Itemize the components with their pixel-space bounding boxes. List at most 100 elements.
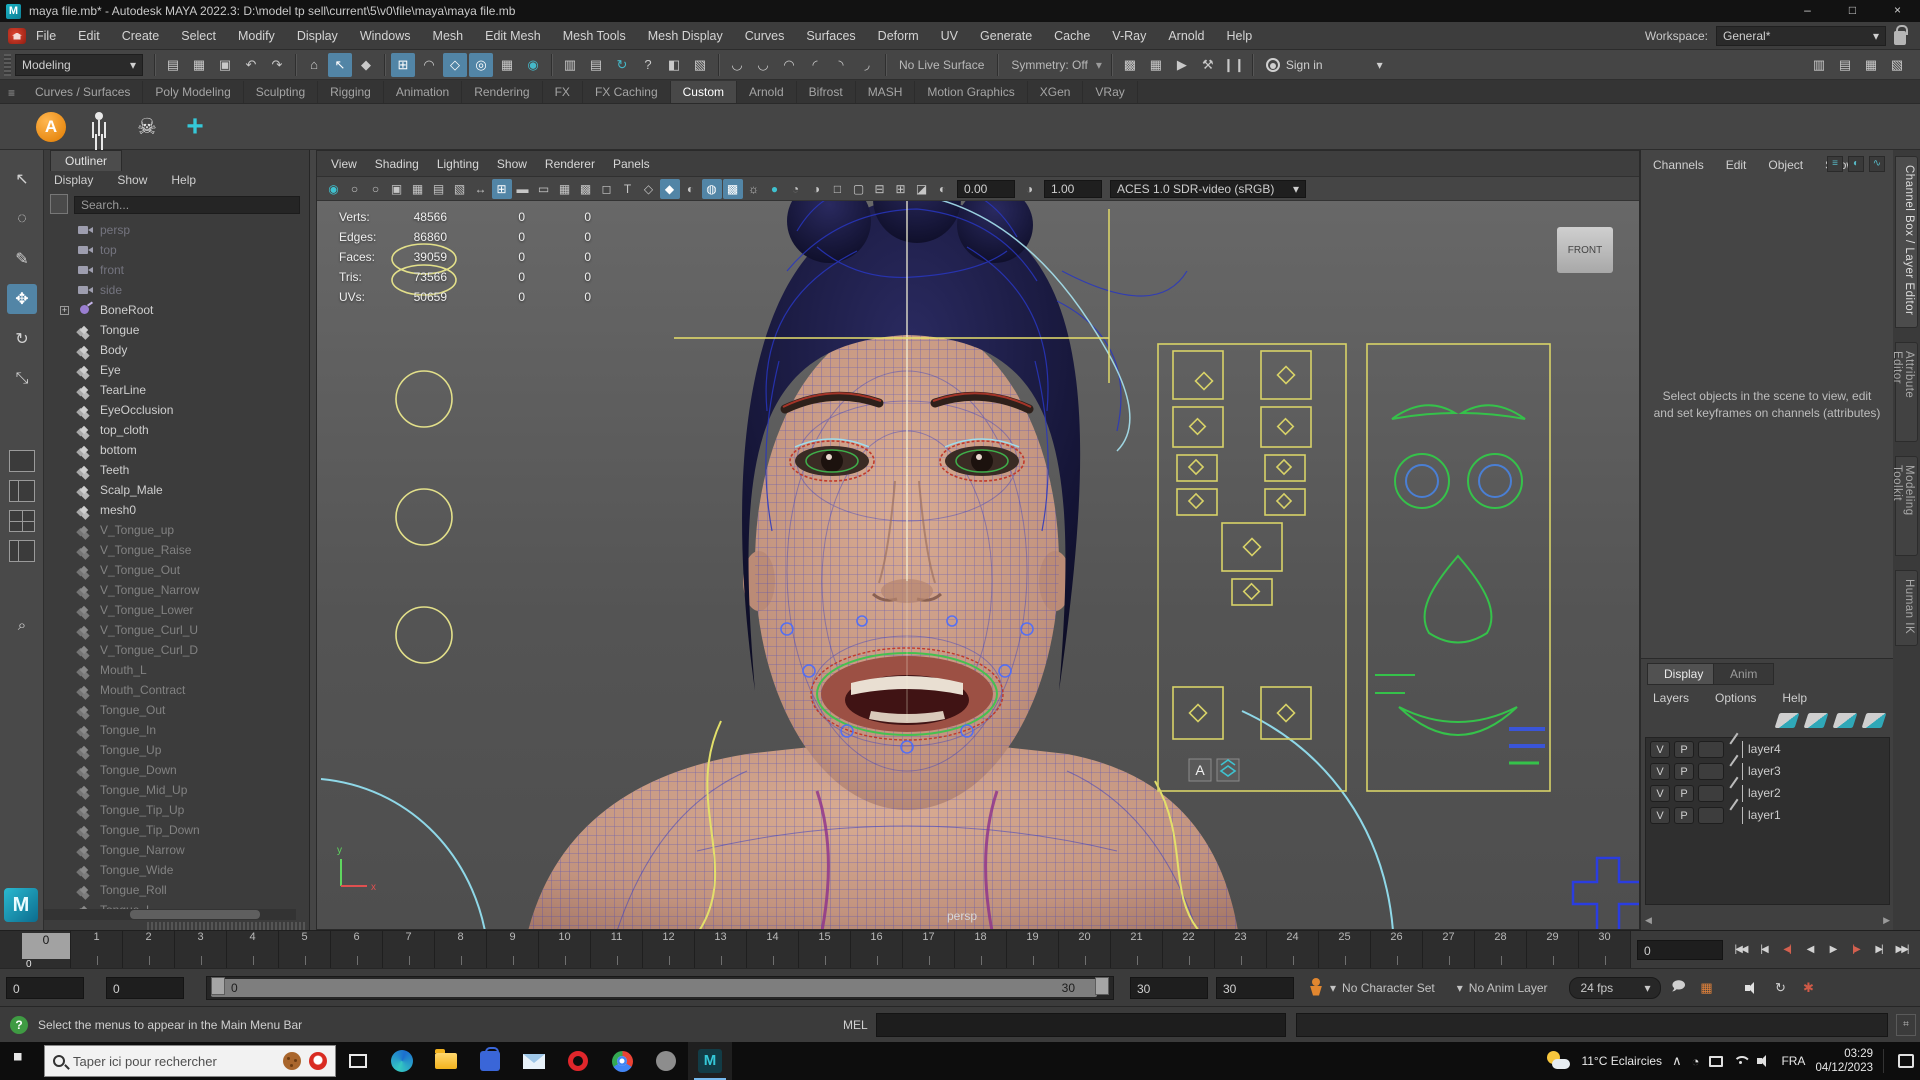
sign-in-button[interactable]: Sign in ▾ [1266, 58, 1383, 72]
store-icon[interactable] [468, 1042, 512, 1080]
exposure-field[interactable]: 0.00 [957, 180, 1015, 198]
layout-outliner-persp-button[interactable] [9, 540, 35, 562]
playback-speed-icon[interactable]: ↻ [1769, 977, 1791, 999]
playback-end-field[interactable]: 30 [1130, 977, 1208, 999]
pan-zoom-icon[interactable]: ↔ [471, 179, 491, 199]
frame-tick[interactable]: 7 [382, 931, 434, 969]
current-time-field[interactable]: 0 [1637, 940, 1723, 960]
channel-hyperbolic-icon[interactable]: ∿ [1869, 156, 1885, 172]
frame-tick[interactable]: 26 [1370, 931, 1422, 969]
safe-action-icon[interactable]: ◻ [597, 179, 617, 199]
outliner-hscrollbar[interactable] [44, 909, 296, 920]
falloff-curve-icon[interactable]: ◠ [777, 53, 801, 77]
frame-tick[interactable]: 21 [1110, 931, 1162, 969]
select-component-icon[interactable]: ◆ [354, 53, 378, 77]
outliner-item[interactable]: + bottom [44, 440, 296, 460]
file-open-icon[interactable]: ▦ [187, 53, 211, 77]
outliner-item[interactable]: + Tongue_Wide [44, 860, 296, 880]
menu-item[interactable]: Mesh [433, 29, 464, 43]
channel-box-menu-item[interactable]: Edit [1726, 158, 1747, 172]
volume-icon[interactable] [1757, 1055, 1771, 1067]
exposure-icon[interactable]: ◐ [933, 179, 953, 199]
outliner-item[interactable]: + Tongue_Tip_Down [44, 820, 296, 840]
film-gate-icon[interactable]: ▬ [513, 179, 533, 199]
layer-playback-toggle[interactable]: P [1674, 785, 1694, 802]
pause-icon[interactable]: ❙❙ [1222, 53, 1246, 77]
outliner-item[interactable]: + Body [44, 340, 296, 360]
snapshot-icon[interactable]: ◪ [912, 179, 932, 199]
symmetry-dropdown[interactable]: Symmetry: Off [1011, 58, 1087, 72]
auto-keyframe-icon[interactable]: ▦ [1695, 977, 1717, 999]
outliner-item[interactable]: + Tongue_Narrow [44, 840, 296, 860]
shelf-tab[interactable]: FX Caching [583, 81, 671, 103]
new-layer-from-selected-icon[interactable] [1862, 713, 1887, 728]
maya-home-icon[interactable] [8, 28, 26, 44]
shelf-tab[interactable]: Bifrost [797, 81, 856, 103]
layout-single-pane-button[interactable] [9, 450, 35, 472]
outliner-item[interactable]: + Tongue_Up [44, 740, 296, 760]
photos-icon[interactable] [644, 1042, 688, 1080]
falloff-curve-icon[interactable]: ◡ [751, 53, 775, 77]
no-keyframe-popup-icon[interactable]: 🗩 [1667, 977, 1689, 999]
frame-tick[interactable]: 25 [1318, 931, 1370, 969]
close-button[interactable]: × [1875, 0, 1920, 22]
channel-box-toggle-icon[interactable]: ▦ [1859, 53, 1883, 77]
occlusion-icon[interactable]: ◔ [786, 179, 806, 199]
frame-tick[interactable]: 5 [278, 931, 330, 969]
layer-menu-item[interactable]: Layers [1653, 691, 1689, 705]
file-save-icon[interactable]: ▣ [213, 53, 237, 77]
frame-tick[interactable]: 12 [642, 931, 694, 969]
menu-item[interactable]: Mesh Display [648, 29, 723, 43]
shelf-tab[interactable]: Poly Modeling [143, 81, 243, 103]
frame-tick[interactable]: 14 [746, 931, 798, 969]
snap-view-plane-icon[interactable]: ▦ [495, 53, 519, 77]
panel-resize-dots[interactable] [147, 922, 307, 930]
render-sequence-icon[interactable]: ▶ [1170, 53, 1194, 77]
shelf-tab[interactable]: Arnold [737, 81, 797, 103]
layer-row[interactable]: V P layer2 [1646, 782, 1889, 804]
outliner-menu-item[interactable]: Show [117, 173, 147, 187]
construction-history-icon[interactable]: ↻ [610, 53, 634, 77]
tool-settings-toggle-icon[interactable]: ▤ [1833, 53, 1857, 77]
menu-item[interactable]: Arnold [1168, 29, 1204, 43]
outliner-item[interactable]: + persp [44, 220, 296, 240]
menu-item[interactable]: V-Ray [1112, 29, 1146, 43]
gamma-field[interactable]: 1.00 [1044, 180, 1102, 198]
channel-sliders-icon[interactable]: ≡ [1827, 156, 1843, 172]
shelf-item-arnold[interactable]: A [34, 110, 68, 144]
snap-projected-center-icon[interactable]: ◎ [469, 53, 493, 77]
play-backwards-button[interactable]: ◀ [1798, 938, 1821, 962]
frame-tick[interactable]: 29 [1526, 931, 1578, 969]
layer-scrollbar[interactable]: ◀▶ [1645, 914, 1890, 926]
minimize-button[interactable]: – [1785, 0, 1830, 22]
menu-item[interactable]: Mesh Tools [563, 29, 626, 43]
swap-panel-icon[interactable]: ⊟ [870, 179, 890, 199]
menu-item[interactable]: Create [122, 29, 160, 43]
range-end-handle[interactable] [1095, 977, 1109, 995]
panel-menu-item[interactable]: Shading [375, 157, 419, 171]
range-slider[interactable]: 0 30 [206, 976, 1114, 1000]
panel-menu-item[interactable]: View [331, 157, 357, 171]
playback-start-field[interactable]: 0 [106, 977, 184, 999]
chrome-icon[interactable] [600, 1042, 644, 1080]
render-settings-icon[interactable]: ⚒ [1196, 53, 1220, 77]
outliner-item[interactable]: + Eye [44, 360, 296, 380]
motion-blur-icon[interactable]: ◑ [807, 179, 827, 199]
frame-tick[interactable]: 24 [1266, 931, 1318, 969]
field-chart-icon[interactable]: ▩ [576, 179, 596, 199]
camera-attributes-icon[interactable]: ▦ [408, 179, 428, 199]
menu-item[interactable]: Cache [1054, 29, 1090, 43]
undo-icon[interactable]: ↶ [239, 53, 263, 77]
people-icon[interactable]: ◔ [1692, 1054, 1700, 1069]
frame-tick[interactable]: 16 [850, 931, 902, 969]
file-new-icon[interactable]: ▤ [161, 53, 185, 77]
shelf-tab[interactable]: Curves / Surfaces [23, 81, 143, 103]
notification-center-icon[interactable] [1898, 1054, 1914, 1068]
go-to-end-button[interactable]: ▶▶| [1890, 938, 1913, 962]
layer-display-type-toggle[interactable] [1698, 785, 1724, 802]
gate-mask-icon[interactable]: ▦ [555, 179, 575, 199]
wireframe-on-shaded-icon[interactable]: ▩ [723, 179, 743, 199]
tab-channel-box-layer-editor[interactable]: Channel Box / Layer Editor [1895, 156, 1918, 328]
animation-end-field[interactable]: 30 [1216, 977, 1294, 999]
menu-item[interactable]: Help [1226, 29, 1252, 43]
